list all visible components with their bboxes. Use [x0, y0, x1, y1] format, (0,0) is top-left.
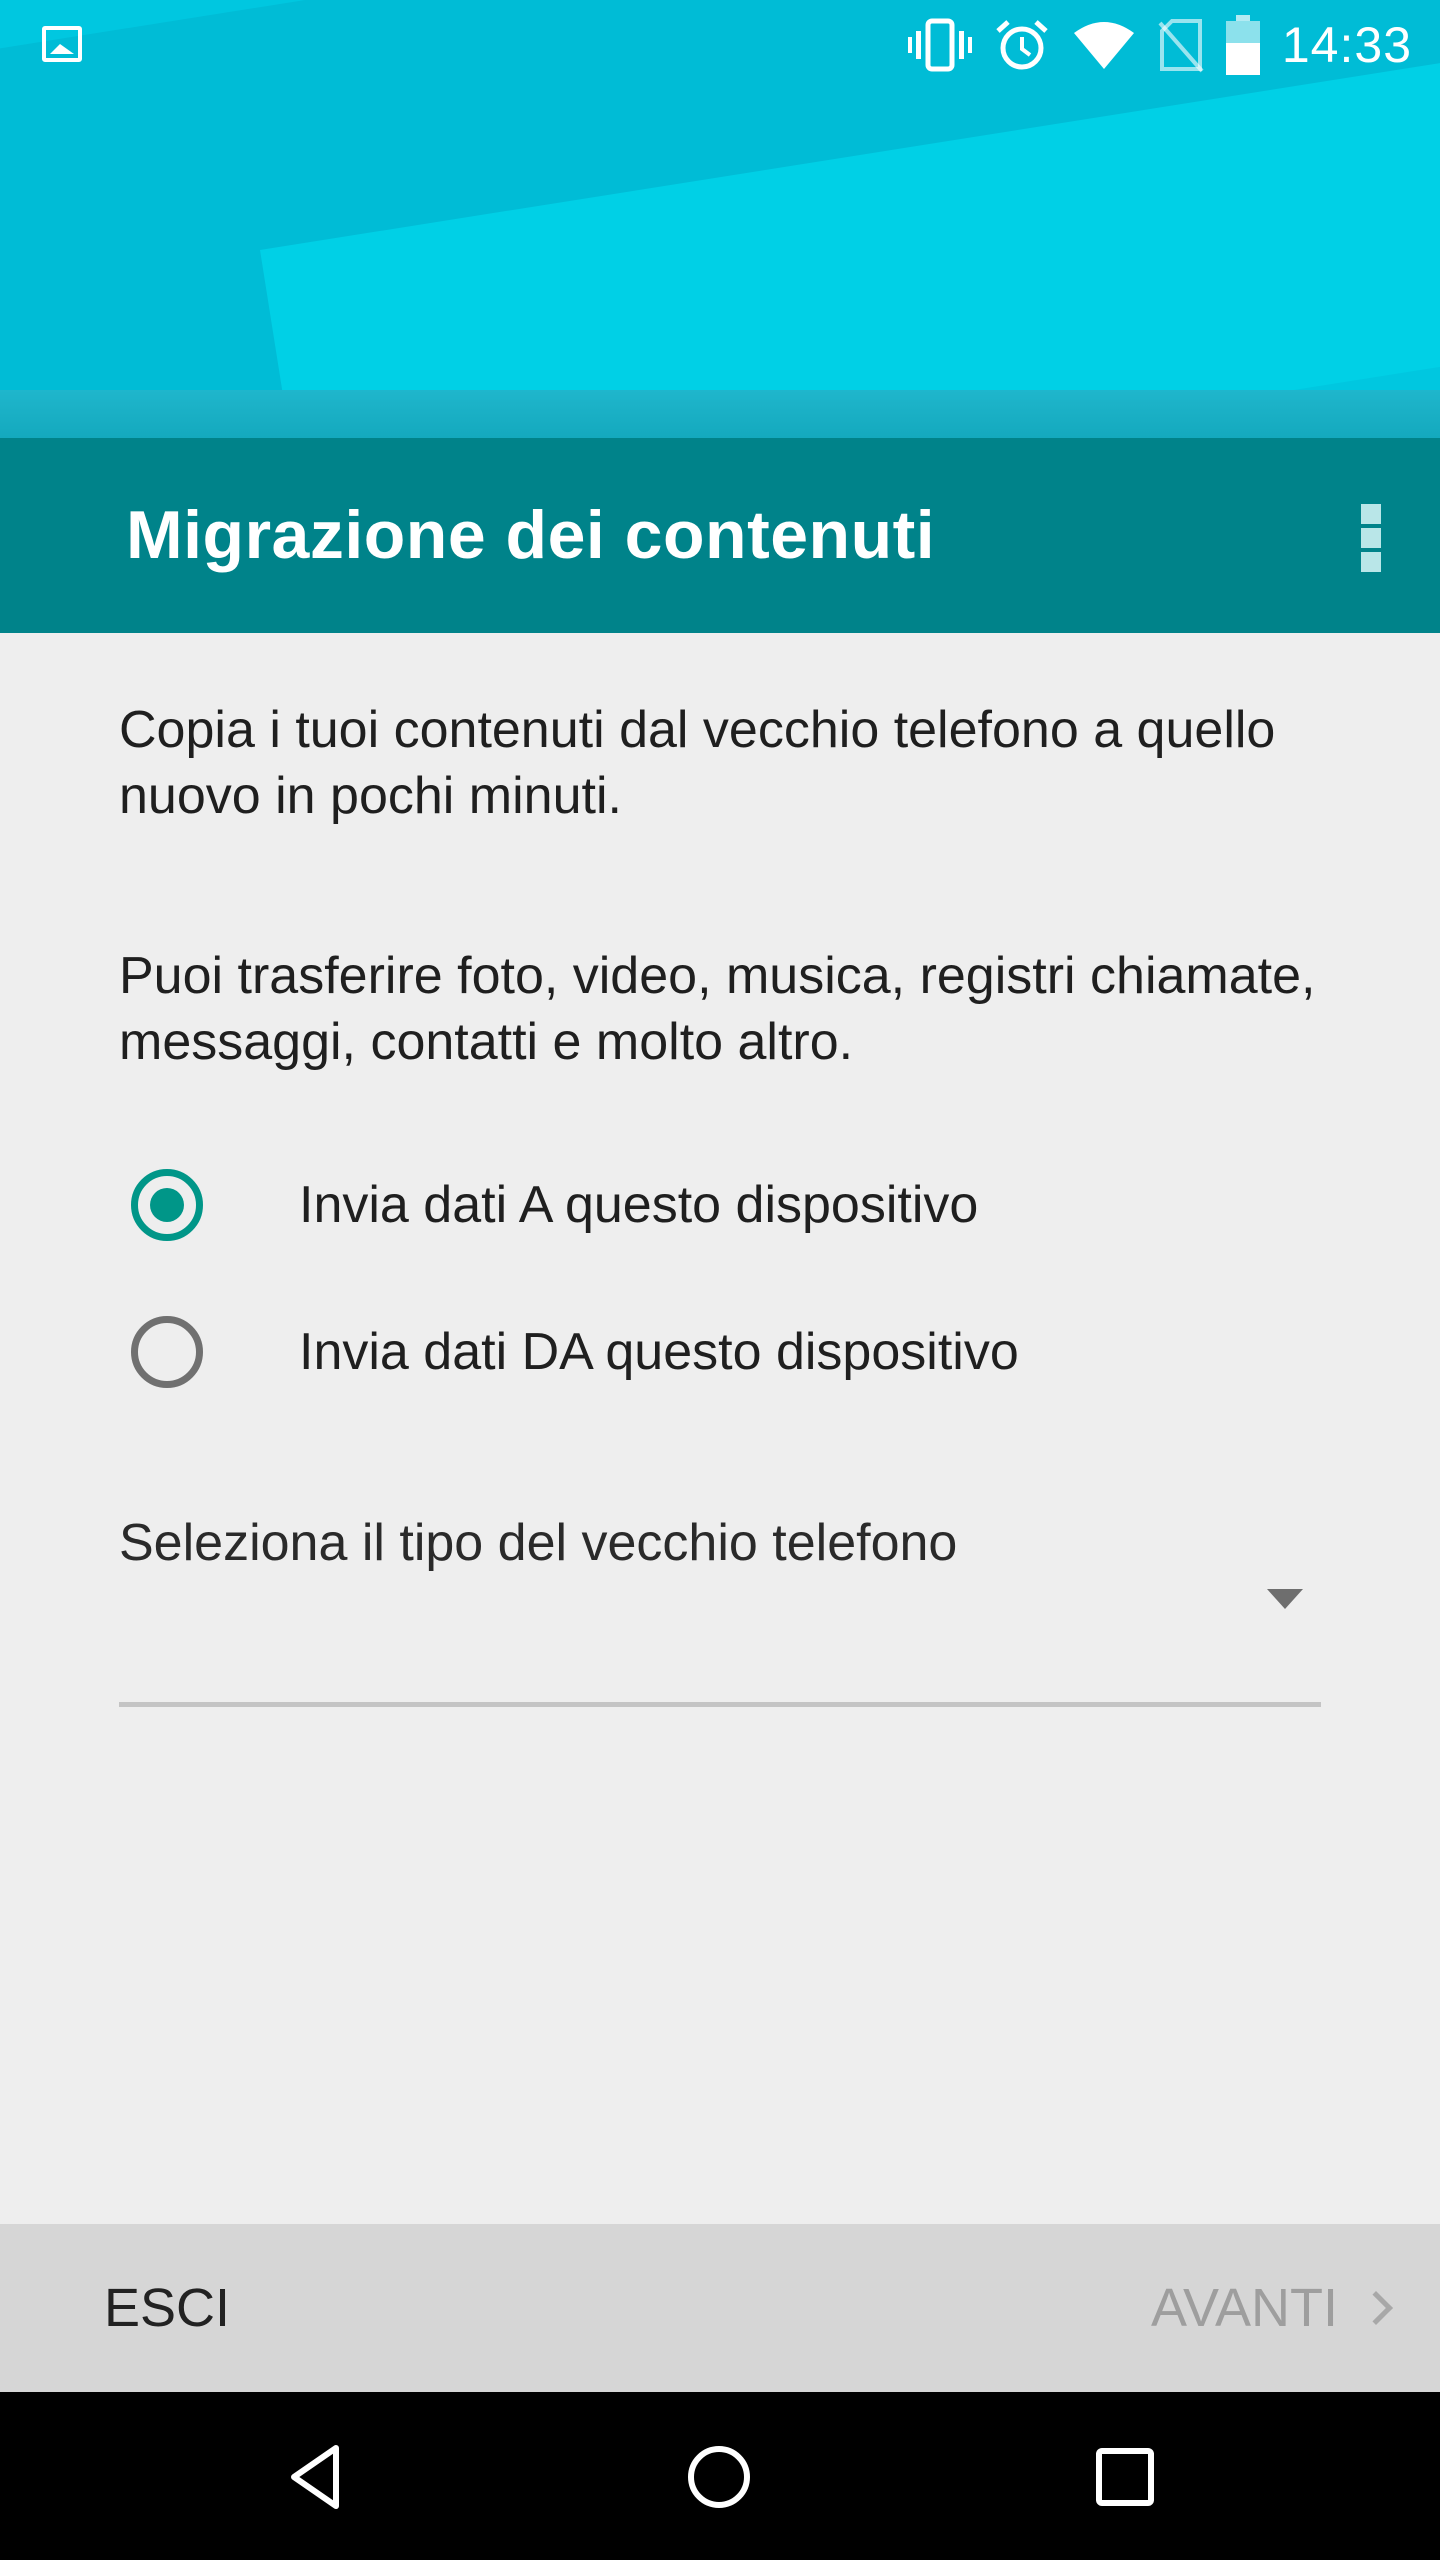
- system-nav-bar: [0, 2392, 1440, 2560]
- description-text: Puoi trasferire foto, video, musica, reg…: [119, 947, 1316, 1071]
- overflow-menu-icon[interactable]: [1358, 498, 1384, 578]
- dropdown-arrow-icon[interactable]: [1267, 1589, 1303, 1609]
- alarm-icon: [996, 20, 1048, 70]
- status-bar: 14:33: [0, 0, 1440, 90]
- radio-button-selected[interactable]: [131, 1169, 203, 1241]
- bottom-action-bar: ESCI AVANTI: [0, 2224, 1440, 2392]
- back-icon[interactable]: [280, 2442, 350, 2512]
- vibrate-icon: [907, 18, 972, 72]
- dropdown-underline: [119, 1702, 1321, 1707]
- image-notification-icon: [42, 26, 82, 62]
- header-shadow: [0, 390, 1440, 438]
- battery-icon: [1225, 15, 1260, 75]
- page-title: Migrazione dei contenuti: [126, 497, 936, 573]
- app-bar: Migrazione dei contenuti: [0, 438, 1440, 633]
- option-send-from-this-device[interactable]: Invia dati DA questo dispositivo: [131, 1302, 1311, 1402]
- option-label: Invia dati A questo dispositivo: [299, 1176, 979, 1234]
- chevron-right-icon: [1359, 2291, 1393, 2325]
- option-send-to-this-device[interactable]: Invia dati A questo dispositivo: [131, 1155, 1311, 1255]
- status-time: 14:33: [1281, 17, 1412, 73]
- dropdown-label: Seleziona il tipo del vecchio telefono: [119, 1514, 958, 1572]
- next-button[interactable]: AVANTI: [1150, 2224, 1393, 2392]
- recents-icon[interactable]: [1090, 2442, 1160, 2512]
- option-label: Invia dati DA questo dispositivo: [299, 1323, 1019, 1381]
- wifi-icon: [1073, 22, 1134, 69]
- radio-button[interactable]: [131, 1316, 203, 1388]
- home-icon[interactable]: [684, 2442, 754, 2512]
- old-phone-type-dropdown[interactable]: Seleziona il tipo del vecchio telefono: [119, 1503, 1321, 1713]
- intro-text: Copia i tuoi contenuti dal vecchio telef…: [119, 701, 1276, 825]
- no-sim-icon: [1158, 19, 1204, 73]
- exit-button[interactable]: ESCI: [104, 2224, 230, 2392]
- next-button-label: AVANTI: [1150, 2278, 1338, 2338]
- status-icons: 14:33: [907, 14, 1412, 76]
